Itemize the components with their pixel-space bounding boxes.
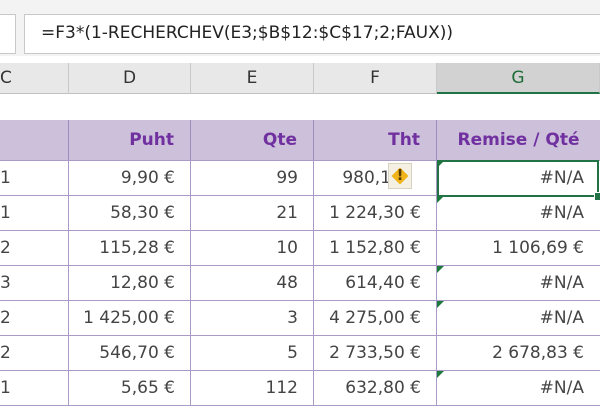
cell-tht-7[interactable]: 632,80 € xyxy=(314,371,437,405)
formula-input[interactable]: =F3*(1-RECHERCHEV(E3;$B$12:$C$17;2;FAUX)… xyxy=(24,14,600,54)
cell-tht-4[interactable]: 614,40 € xyxy=(314,266,437,300)
cell-c-5[interactable]: 2 xyxy=(0,301,11,335)
cell-puht-6[interactable]: 546,70 € xyxy=(69,336,191,370)
cell-puht-1[interactable]: 9,90 € xyxy=(69,161,191,195)
cell-qte-7[interactable]: 112 xyxy=(191,371,314,405)
column-header-c[interactable]: C xyxy=(0,63,69,94)
warning-exclamation-icon: ! xyxy=(396,166,404,184)
cell-puht-2[interactable]: 58,30 € xyxy=(69,196,191,230)
cell-remise-7[interactable]: #N/A xyxy=(437,371,600,405)
cell-tht-1[interactable]: 980,1 xyxy=(314,161,437,195)
cell-qte-6[interactable]: 5 xyxy=(191,336,314,370)
cell-remise-4[interactable]: #N/A xyxy=(437,266,600,300)
header-cell-puht[interactable]: Puht xyxy=(69,120,191,160)
selected-cell-outline xyxy=(437,160,599,197)
cell-c-4[interactable]: 3 xyxy=(0,266,11,300)
cell-qte-5[interactable]: 3 xyxy=(191,301,314,335)
cell-tht-2[interactable]: 1 224,30 € xyxy=(314,196,437,230)
header-cell-c[interactable] xyxy=(0,120,69,160)
cell-qte-1[interactable]: 99 xyxy=(191,161,314,195)
cell-c-3[interactable]: 2 xyxy=(0,231,11,265)
column-header-d[interactable]: D xyxy=(69,63,191,94)
cell-qte-2[interactable]: 21 xyxy=(191,196,314,230)
column-header-e[interactable]: E xyxy=(191,63,314,94)
error-indicator-icon xyxy=(437,301,444,308)
cell-c-7[interactable]: 1 xyxy=(0,371,11,405)
cell-c-1[interactable]: 1 xyxy=(0,161,11,195)
cell-puht-7[interactable]: 5,65 € xyxy=(69,371,191,405)
error-warning-button[interactable]: ! xyxy=(388,163,412,189)
cell-qte-4[interactable]: 48 xyxy=(191,266,314,300)
cell-remise-5[interactable]: #N/A xyxy=(437,301,600,335)
row-divider xyxy=(0,405,600,406)
cell-c-6[interactable]: 2 xyxy=(0,336,11,370)
error-indicator-icon xyxy=(437,266,444,273)
cell-remise-2[interactable]: #N/A xyxy=(437,196,600,230)
cell-tht-3[interactable]: 1 152,80 € xyxy=(314,231,437,265)
error-indicator-icon xyxy=(437,196,444,203)
cell-puht-5[interactable]: 1 425,00 € xyxy=(69,301,191,335)
error-indicator-icon xyxy=(437,371,444,378)
header-cell-qte[interactable]: Qte xyxy=(191,120,314,160)
cell-c-2[interactable]: 1 xyxy=(0,196,11,230)
column-header-g[interactable]: G xyxy=(437,63,600,94)
formula-bar: =F3*(1-RECHERCHEV(E3;$B$12:$C$17;2;FAUX)… xyxy=(0,0,600,56)
header-cell-remise[interactable]: Remise / Qté xyxy=(437,120,600,160)
cell-puht-4[interactable]: 12,80 € xyxy=(69,266,191,300)
column-header-f[interactable]: F xyxy=(314,63,437,94)
fill-handle[interactable] xyxy=(594,192,600,201)
cell-tht-6[interactable]: 2 733,50 € xyxy=(314,336,437,370)
cell-puht-3[interactable]: 115,28 € xyxy=(69,231,191,265)
cell-qte-3[interactable]: 10 xyxy=(191,231,314,265)
header-cell-tht[interactable]: Tht xyxy=(314,120,437,160)
formula-text: =F3*(1-RECHERCHEV(E3;$B$12:$C$17;2;FAUX)… xyxy=(41,23,454,43)
cell-remise-6[interactable]: 2 678,83 € xyxy=(437,336,600,370)
cell-remise-3[interactable]: 1 106,69 € xyxy=(437,231,600,265)
name-box[interactable] xyxy=(0,14,16,54)
cell-tht-5[interactable]: 4 275,00 € xyxy=(314,301,437,335)
